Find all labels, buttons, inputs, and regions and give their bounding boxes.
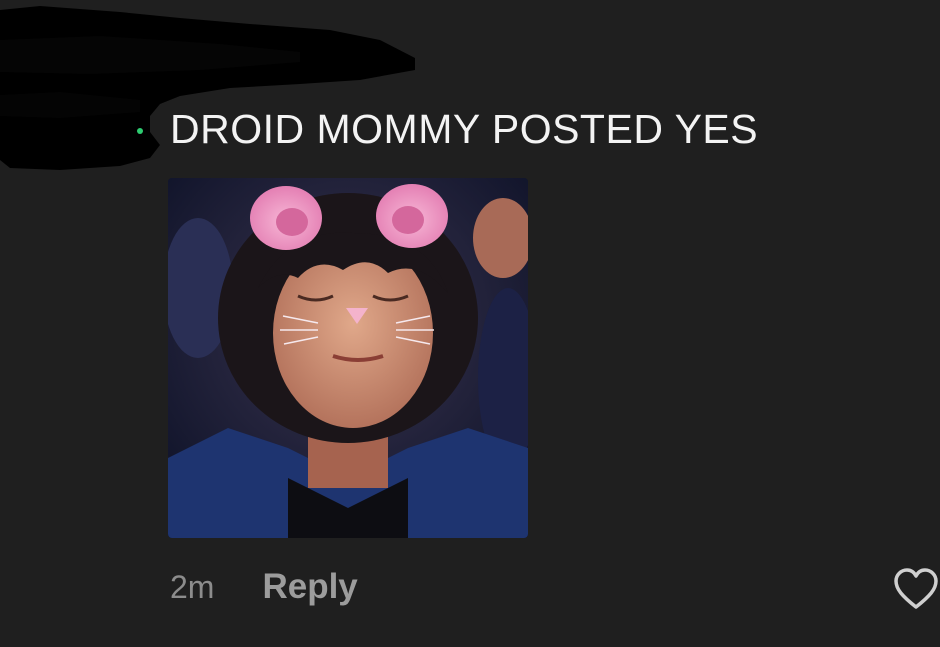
comment-text: DROID MOMMY POSTED YES (170, 106, 759, 152)
comment-meta: 2m Reply (170, 567, 358, 607)
reply-button[interactable]: Reply (262, 567, 357, 607)
comment-timestamp: 2m (170, 569, 215, 605)
comment-photo[interactable] (168, 178, 528, 538)
comment-thread: DROID MOMMY POSTED YES 2m Reply (0, 0, 940, 647)
heart-outline-icon[interactable] (892, 566, 940, 612)
